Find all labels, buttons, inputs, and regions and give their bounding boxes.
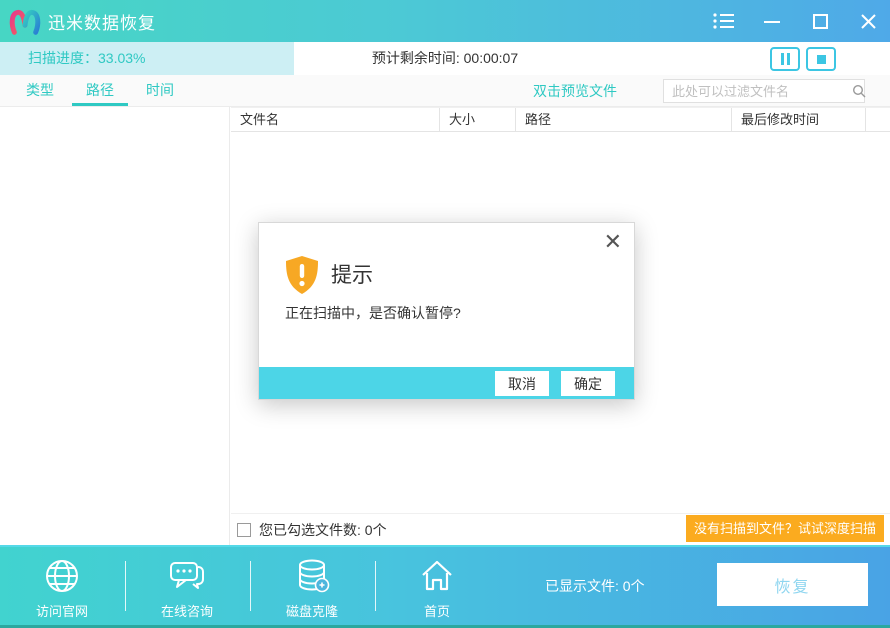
tab-path[interactable]: 路径 [72,75,128,106]
displayed-count-label: 已显示文件: 0个 [545,547,645,625]
app-logo-icon [8,6,42,36]
footer-divider [125,561,126,611]
globe-icon [12,555,112,597]
filename-filter-input[interactable] [664,84,852,99]
nav-online-support[interactable]: 在线咨询 [137,555,237,620]
chat-icon [137,555,237,597]
titlebar: 迅米数据恢复 [0,0,890,42]
nav-label: 在线咨询 [137,601,237,620]
recover-button[interactable]: 恢复 [717,563,868,606]
scan-progress-bar: 扫描进度：33.03% 预计剩余时间: 00:00:07 [0,42,890,75]
pause-scan-button[interactable] [770,47,800,71]
file-table-header: 文件名 大小 路径 最后修改时间 [231,107,890,132]
footer-bar: 访问官网 在线咨询 [0,545,890,628]
dialog-close-icon[interactable]: ✕ [604,232,622,254]
cancel-button[interactable]: 取消 [495,371,549,396]
dialog-title: 提示 [331,259,373,289]
nav-label: 访问官网 [12,601,112,620]
dialog-message: 正在扫描中，是否确认暂停? [285,303,461,323]
selected-count-label: 您已勾选文件数: 0个 [259,514,387,546]
tab-type[interactable]: 类型 [14,75,66,106]
stop-scan-button[interactable] [806,47,836,71]
filename-filter [663,79,865,103]
nav-disk-clone[interactable]: 磁盘克隆 [262,555,362,620]
close-icon[interactable] [856,9,880,33]
footer-divider [375,561,376,611]
view-tabs: 类型 路径 时间 双击预览文件 [0,75,890,107]
column-header-modified[interactable]: 最后修改时间 [732,108,866,132]
pause-confirm-dialog: ✕ 提示 正在扫描中，是否确认暂停? 取消 确定 [258,222,635,400]
menu-list-icon[interactable] [712,9,736,33]
pause-icon [781,53,784,65]
ok-button[interactable]: 确定 [561,371,615,396]
disk-clone-icon [262,555,362,597]
warning-shield-icon [284,255,320,295]
maximize-icon[interactable] [808,9,832,33]
nav-label: 首页 [387,601,487,620]
eta-label: 预计剩余时间: 00:00:07 [0,42,890,75]
footer-divider [250,561,251,611]
nav-label: 磁盘克隆 [262,601,362,620]
preview-hint-label: 双击预览文件 [533,75,617,107]
select-all-checkbox[interactable] [237,523,251,537]
home-icon [387,555,487,597]
window-controls [712,0,880,42]
app-title: 迅米数据恢复 [48,9,156,34]
stop-icon [817,55,826,64]
column-header-filename[interactable]: 文件名 [231,108,440,132]
app-window: 迅米数据恢复 [0,0,890,628]
nav-visit-website[interactable]: 访问官网 [12,555,112,620]
search-icon[interactable] [852,84,866,98]
selection-row: 您已勾选文件数: 0个 没有扫描到文件？试试深度扫描 [231,513,890,545]
dialog-footer: 取消 确定 [259,367,634,399]
column-header-size[interactable]: 大小 [440,108,516,132]
column-header-path[interactable]: 路径 [516,108,732,132]
deep-scan-button[interactable]: 没有扫描到文件？试试深度扫描 [686,515,884,542]
tab-time[interactable]: 时间 [132,75,188,106]
minimize-icon[interactable] [760,9,784,33]
path-tree-panel [0,107,230,545]
nav-home[interactable]: 首页 [387,555,487,620]
